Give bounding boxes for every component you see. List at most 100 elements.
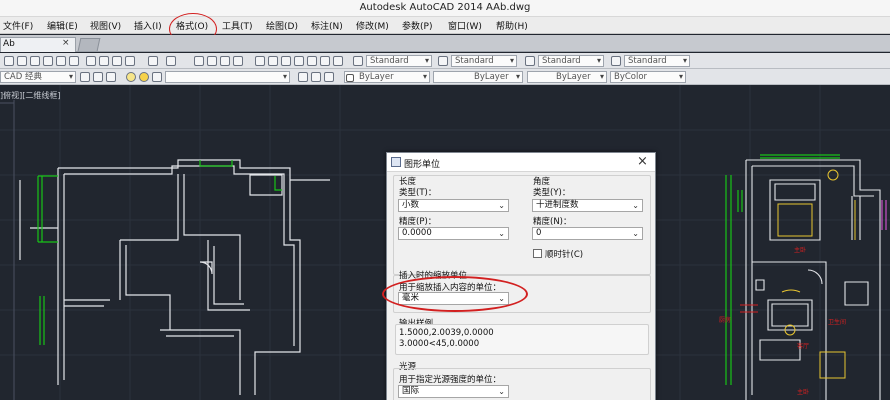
chevron-down-icon: ⌄	[498, 201, 505, 210]
new-icon[interactable]	[4, 56, 14, 66]
help-icon[interactable]	[333, 56, 343, 66]
print-icon[interactable]	[43, 56, 53, 66]
design-center-icon[interactable]	[268, 56, 278, 66]
markup-icon[interactable]	[307, 56, 317, 66]
preview-icon[interactable]	[56, 56, 66, 66]
lineweight-dropdown[interactable]: ByLayer	[527, 71, 607, 83]
menu-tools[interactable]: 工具(T)	[222, 19, 253, 32]
dim-style-dropdown[interactable]: Standard	[451, 55, 517, 67]
menu-file[interactable]: 文件(F)	[3, 19, 33, 32]
table-style-dropdown[interactable]: Standard	[538, 55, 604, 67]
file-tab-active[interactable]: Ab ×	[0, 37, 76, 52]
menu-view[interactable]: 视图(V)	[90, 19, 121, 32]
length-precision-select[interactable]: 0.0000 ⌄	[398, 227, 509, 240]
zoom-window-icon[interactable]	[220, 56, 230, 66]
angle-precision-label: 精度(N)：	[533, 217, 572, 227]
redo-icon[interactable]	[166, 56, 176, 66]
menu-dimension[interactable]: 标注(N)	[311, 19, 343, 32]
calculator-icon[interactable]	[320, 56, 330, 66]
open-icon[interactable]	[17, 56, 27, 66]
sun-freeze-icon[interactable]	[139, 72, 149, 82]
layer-dropdown-frame[interactable]	[165, 71, 290, 83]
menu-insert[interactable]: 插入(I)	[134, 19, 162, 32]
clockwise-label: 顺时针(C)	[545, 250, 584, 260]
length-precision-label: 精度(P)：	[399, 217, 437, 227]
right-plan-windows	[725, 154, 840, 385]
lightbulb-icon[interactable]	[126, 72, 136, 82]
menu-parameter[interactable]: 参数(P)	[402, 19, 432, 32]
menu-window[interactable]: 窗口(W)	[448, 19, 482, 32]
left-plan-walls	[19, 159, 330, 395]
plan-label-kitchen: 厨房	[719, 317, 732, 324]
clockwise-checkbox[interactable]	[533, 249, 542, 258]
angle-precision-value: 0	[536, 228, 542, 238]
make-current-icon[interactable]	[298, 72, 308, 82]
mleader-style-dropdown[interactable]: Standard	[624, 55, 690, 67]
right-plan-door-marker	[881, 200, 887, 230]
color-dropdown[interactable]: ByLayer	[344, 71, 430, 83]
mleader-style-icon[interactable]	[611, 56, 621, 66]
text-style-icon[interactable]	[353, 56, 363, 66]
menu-help[interactable]: 帮助(H)	[496, 19, 528, 32]
zoom-realtime-icon[interactable]	[207, 56, 217, 66]
table-style-icon[interactable]	[525, 56, 535, 66]
layer-previous-icon[interactable]	[106, 72, 116, 82]
plan-label-living-room: 客厅	[797, 343, 810, 350]
menu-edit[interactable]: 编辑(E)	[47, 19, 78, 32]
publish-icon[interactable]	[69, 56, 79, 66]
dialog-title-bar: 图形单位 ×	[387, 153, 655, 172]
text-style-dropdown[interactable]: Standard	[366, 55, 432, 67]
lighting-units-select[interactable]: 国际 ⌄	[398, 385, 509, 398]
copy-icon[interactable]	[99, 56, 109, 66]
title-bar: Autodesk AutoCAD 2014 AAb.dwg	[0, 0, 890, 17]
undo-icon[interactable]	[148, 56, 158, 66]
close-icon[interactable]: ×	[62, 38, 70, 48]
chevron-down-icon: ⌄	[632, 201, 639, 210]
layer-manager-icon[interactable]	[80, 72, 90, 82]
zoom-previous-icon[interactable]	[233, 56, 243, 66]
layer-freeze-icon[interactable]	[324, 72, 334, 82]
cut-icon[interactable]	[86, 56, 96, 66]
layer-states-icon[interactable]	[93, 72, 103, 82]
menu-draw[interactable]: 绘图(D)	[266, 19, 298, 32]
length-type-label: 类型(T)：	[399, 188, 437, 198]
workspace-dropdown[interactable]: CAD 经典	[0, 71, 76, 83]
menu-modify[interactable]: 修改(M)	[356, 19, 389, 32]
match-properties-icon[interactable]	[125, 56, 135, 66]
close-icon[interactable]: ×	[637, 154, 648, 169]
drawing-units-dialog: 图形单位 × 长度 类型(T)： 小数 ⌄ 精度(P)： 0.0000 ⌄ 角度 类…	[386, 152, 656, 400]
sample-line-2: 3.0000<45,0.0000	[399, 339, 480, 349]
sheet-set-icon[interactable]	[294, 56, 304, 66]
tool-palette-icon[interactable]	[281, 56, 291, 66]
menu-bar: 文件(F) 编辑(E) 视图(V) 插入(I) 格式(O) 工具(T) 绘图(D…	[0, 17, 890, 34]
chevron-down-icon: ⌄	[632, 229, 639, 238]
length-type-select[interactable]: 小数 ⌄	[398, 199, 509, 212]
pan-icon[interactable]	[194, 56, 204, 66]
layer-match-icon[interactable]	[311, 72, 321, 82]
sample-line-1: 1.5000,2.0039,0.0000	[399, 328, 494, 338]
file-tab-bar: Ab ×	[0, 35, 890, 52]
dim-style-icon[interactable]	[438, 56, 448, 66]
file-tab-label: Ab	[3, 39, 15, 49]
lock-icon[interactable]	[152, 72, 162, 82]
chevron-down-icon: ⌄	[498, 229, 505, 238]
angle-type-label: 类型(Y)：	[533, 188, 571, 198]
plan-label-master-bedroom: 主卧	[794, 247, 807, 254]
angle-type-value: 十进制度数	[536, 200, 579, 210]
plotstyle-dropdown[interactable]: ByColor	[610, 71, 686, 83]
lighting-label: 用于指定光源强度的单位：	[399, 375, 502, 385]
plan-label-bedroom: 主卧	[797, 389, 810, 396]
window-title: Autodesk AutoCAD 2014 AAb.dwg	[359, 2, 531, 13]
angle-precision-select[interactable]: 0 ⌄	[532, 227, 643, 240]
properties-icon[interactable]	[255, 56, 265, 66]
right-plan-furniture	[777, 169, 856, 379]
new-tab-button[interactable]	[77, 38, 101, 51]
angle-type-select[interactable]: 十进制度数 ⌄	[532, 199, 643, 212]
color-swatch-icon	[346, 74, 354, 82]
linetype-dropdown[interactable]: ByLayer	[433, 71, 523, 83]
viewport-label[interactable]: ]俯视][二维线框]	[0, 90, 60, 101]
save-icon[interactable]	[30, 56, 40, 66]
plan-label-bathroom: 卫生间	[828, 319, 847, 326]
layers-toolbar: CAD 经典 0 ByLayer ByLayer ByLayer ByColor	[0, 69, 890, 146]
paste-icon[interactable]	[112, 56, 122, 66]
